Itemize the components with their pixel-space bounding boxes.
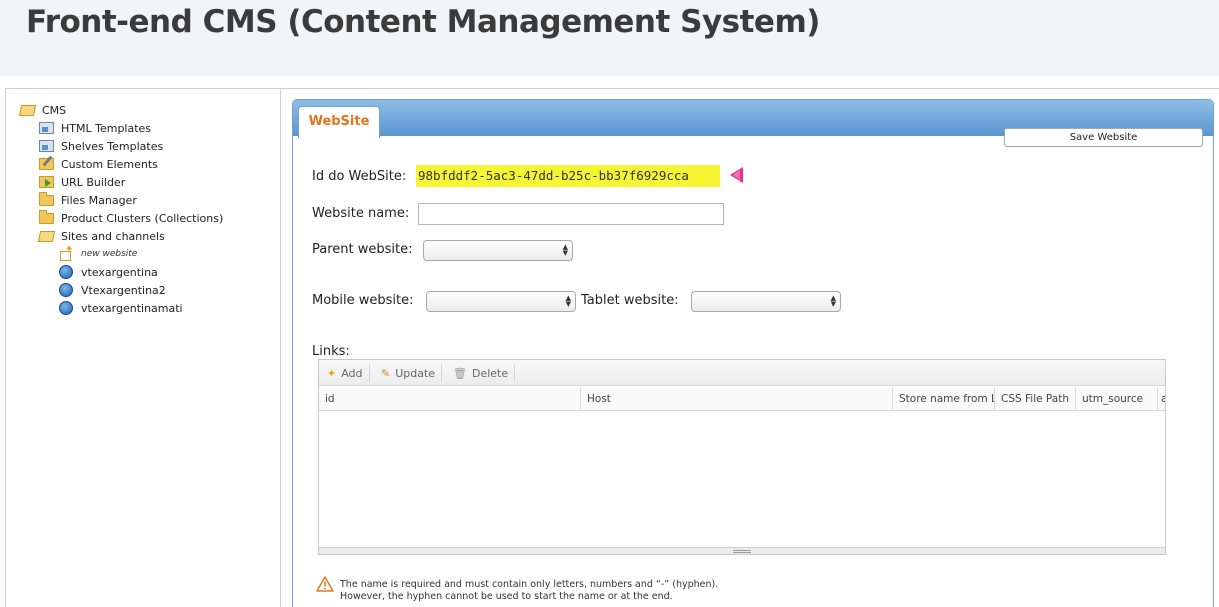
page-header: Front-end CMS (Content Management System… — [0, 0, 1219, 76]
folder-icon — [39, 192, 55, 207]
tree-item-label: Shelves Templates — [61, 139, 164, 153]
update-link-label: Update — [395, 366, 436, 380]
tree-item-label: new website — [81, 249, 138, 259]
tree-item-cms[interactable]: CMS — [18, 101, 67, 119]
tree-item-label: Product Clusters (Collections) — [61, 211, 224, 225]
tablet-website-select[interactable]: ▲ ▼ — [691, 291, 841, 312]
links-grid-header: id Host Store name from LM CSS File Path… — [319, 387, 1165, 411]
column-header-host[interactable]: Host — [581, 387, 893, 411]
tree-item-label: vtexargentinamati — [81, 301, 183, 315]
add-link-label: Add — [341, 366, 363, 380]
tab-website[interactable]: WebSite — [298, 106, 380, 138]
pointer-arrow-icon — [730, 167, 743, 183]
globe-icon — [59, 265, 75, 279]
column-header-id[interactable]: id — [319, 387, 581, 411]
new-website-icon — [59, 244, 75, 261]
globe-icon — [59, 301, 75, 315]
select-arrows-icon: ▲ ▼ — [562, 243, 568, 257]
tree-item-vtexargentinamati[interactable]: vtexargentinamati — [59, 299, 183, 317]
tree-item-vtexargentina[interactable]: vtexargentina — [59, 263, 158, 281]
links-grid: ✦ Add ✎ Update 🗑 Delete id Host Store na… — [318, 359, 1166, 555]
update-link-button[interactable]: ✎ Update — [375, 364, 443, 382]
navigation-tree: CMS HTML Templates Shelves Templates Cus… — [6, 89, 281, 607]
delete-link-label: Delete — [471, 366, 509, 380]
mobile-website-label: Mobile website: — [312, 293, 414, 308]
notice-line-2: However, the hyphen cannot be used to st… — [340, 591, 673, 602]
add-link-button[interactable]: ✦ Add — [321, 364, 370, 382]
column-header-truncated[interactable]: a — [1158, 387, 1165, 411]
tree-item-label: Custom Elements — [61, 157, 158, 171]
tree-item-custom-elements[interactable]: Custom Elements — [39, 155, 158, 173]
tree-item-label: HTML Templates — [61, 121, 152, 135]
links-toolbar: ✦ Add ✎ Update 🗑 Delete — [319, 360, 1165, 386]
globe-icon — [59, 283, 75, 297]
validation-notice: The name is required and must contain on… — [340, 579, 718, 603]
notice-line-1: The name is required and must contain on… — [340, 579, 719, 590]
column-header-utm-source[interactable]: utm_source — [1076, 387, 1158, 411]
add-icon: ✦ — [327, 366, 337, 380]
tree-item-label: vtexargentina — [81, 265, 158, 279]
tree-item-files-manager[interactable]: Files Manager — [39, 191, 137, 209]
cms-workspace: CMS HTML Templates Shelves Templates Cus… — [5, 88, 1219, 607]
parent-website-select[interactable]: ▲ ▼ — [423, 240, 573, 261]
warning-icon — [316, 576, 334, 592]
website-panel: WebSite Save Website Id do WebSite: 98bf… — [292, 99, 1214, 607]
tree-item-label: Files Manager — [61, 193, 137, 207]
tree-item-label: Sites and channels — [61, 229, 165, 243]
save-website-button[interactable]: Save Website — [1004, 128, 1203, 147]
page-title: Front-end CMS (Content Management System… — [26, 4, 820, 40]
pencil-icon: ✎ — [381, 366, 391, 380]
folder-open-icon — [37, 229, 56, 243]
parent-website-label: Parent website: — [312, 242, 413, 257]
tree-item-label: CMS — [42, 103, 67, 117]
tree-item-shelves-templates[interactable]: Shelves Templates — [39, 137, 163, 155]
template-icon — [39, 139, 55, 153]
grip-icon — [733, 550, 751, 553]
links-label: Links: — [312, 344, 350, 359]
website-name-label: Website name: — [312, 206, 410, 221]
select-arrows-icon: ▲ ▼ — [830, 294, 836, 308]
custom-element-icon — [39, 157, 55, 171]
website-name-input[interactable] — [418, 203, 724, 225]
url-builder-icon — [39, 175, 55, 189]
website-id-label: Id do WebSite: — [312, 169, 407, 184]
delete-link-button[interactable]: 🗑 Delete — [447, 364, 516, 382]
column-header-css-file-path[interactable]: CSS File Path — [995, 387, 1076, 411]
tree-item-label: URL Builder — [61, 175, 126, 189]
tree-item-url-builder[interactable]: URL Builder — [39, 173, 125, 191]
template-icon — [39, 121, 55, 135]
folder-open-icon — [18, 103, 37, 117]
tree-item-new-website[interactable]: new website — [59, 244, 138, 263]
website-id-value: 98bfddf2-5ac3-47dd-b25c-bb37f6929cca — [416, 165, 720, 187]
trash-icon: 🗑 — [453, 366, 467, 380]
column-header-store-name[interactable]: Store name from LM — [893, 387, 995, 411]
tree-item-label: Vtexargentina2 — [81, 283, 166, 297]
select-arrows-icon: ▲ ▼ — [565, 294, 571, 308]
tree-item-sites-and-channels[interactable]: Sites and channels — [37, 227, 165, 245]
mobile-website-select[interactable]: ▲ ▼ — [426, 291, 576, 312]
tree-item-vtexargentina2[interactable]: Vtexargentina2 — [59, 281, 166, 299]
tree-item-product-clusters[interactable]: Product Clusters (Collections) — [39, 209, 223, 227]
folder-icon — [39, 210, 55, 225]
grid-resize-handle[interactable] — [319, 547, 1165, 554]
tablet-website-label: Tablet website: — [581, 293, 679, 308]
tree-item-html-templates[interactable]: HTML Templates — [39, 119, 151, 137]
